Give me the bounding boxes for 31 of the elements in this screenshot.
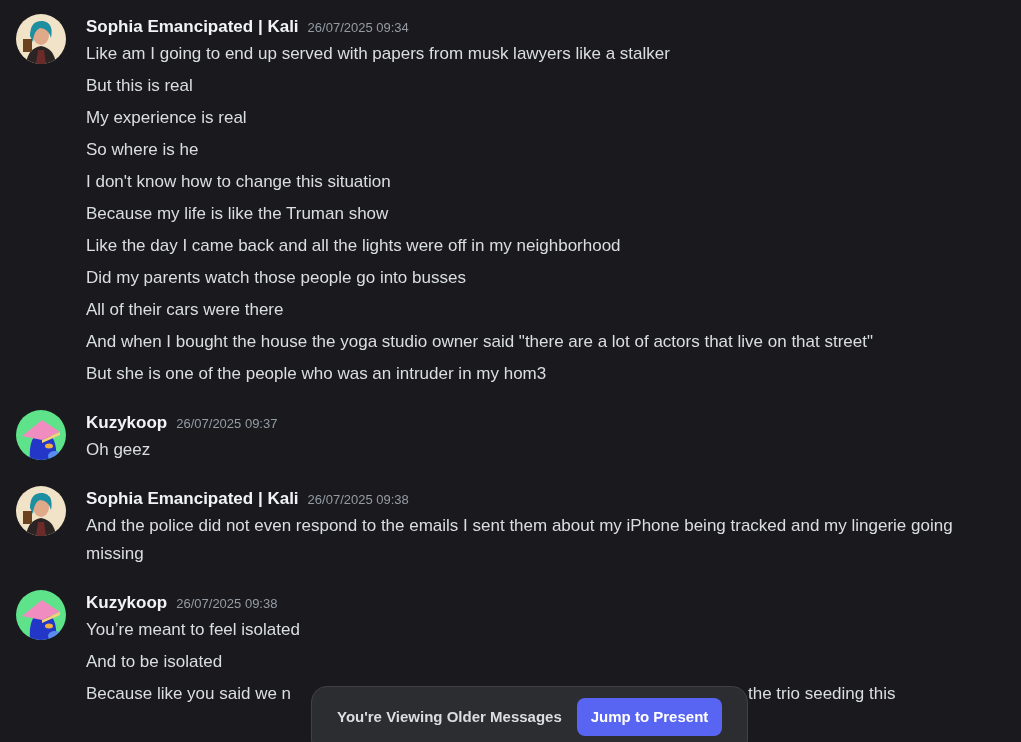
message-text: But she is one of the people who was an intruder in my hom3 bbox=[86, 363, 548, 385]
username[interactable]: Sophia Emancipated | Kali bbox=[86, 486, 299, 512]
timestamp: 26/07/2025 09:38 bbox=[176, 595, 278, 613]
message-text: the trio seeding this bbox=[748, 683, 896, 705]
message-text: And the police did not even respond to the emails I sent them about my iPhone being tracked and my lingerie going missing bbox=[86, 515, 954, 565]
message-text: But this is real bbox=[86, 75, 194, 97]
timestamp: 26/07/2025 09:34 bbox=[307, 19, 409, 37]
avatar[interactable] bbox=[16, 14, 66, 64]
username[interactable]: Kuzykoop bbox=[86, 410, 168, 436]
message-text: Because like you said we n bbox=[86, 683, 293, 705]
avatar[interactable] bbox=[16, 410, 66, 460]
message-text: Oh geez bbox=[86, 439, 152, 461]
message-text: All of their cars were there bbox=[86, 299, 285, 321]
avatar[interactable] bbox=[16, 590, 66, 640]
message-text: I don't know how to change this situation bbox=[86, 171, 392, 193]
message-text: Did my parents watch those people go into busses bbox=[86, 267, 467, 289]
timestamp: 26/07/2025 09:37 bbox=[176, 415, 278, 433]
username[interactable]: Sophia Emancipated | Kali bbox=[86, 14, 299, 40]
message-text: And to be isolated bbox=[86, 651, 224, 673]
avatar[interactable] bbox=[16, 486, 66, 536]
message-text: Like am I going to end up served with papers from musk lawyers like a stalker bbox=[86, 43, 671, 65]
message-text: So where is he bbox=[86, 139, 200, 161]
timestamp: 26/07/2025 09:38 bbox=[307, 491, 409, 509]
username[interactable]: Kuzykoop bbox=[86, 590, 168, 616]
jump-to-present-button[interactable]: Jump to Present bbox=[576, 698, 723, 736]
message-text: Because my life is like the Truman show bbox=[86, 203, 390, 225]
message-text: And when I bought the house the yoga studio owner said "there are a lot of actors that live on that street" bbox=[86, 331, 874, 353]
message-text: Like the day I came back and all the lights were off in my neighborhood bbox=[86, 235, 622, 257]
message-text: You’re meant to feel isolated bbox=[86, 619, 301, 641]
message-text: My experience is real bbox=[86, 107, 248, 129]
notice-text: You're Viewing Older Messages bbox=[337, 707, 562, 727]
